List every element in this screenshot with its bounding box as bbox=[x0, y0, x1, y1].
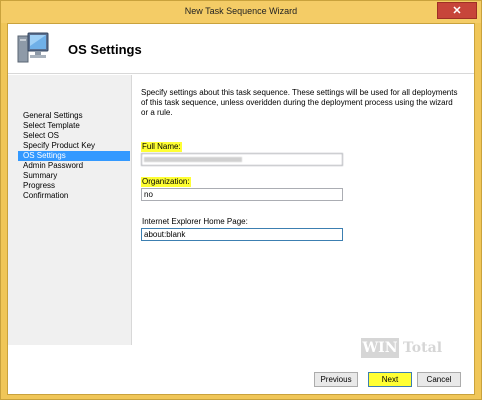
computer-monitor-icon bbox=[17, 32, 49, 63]
wizard-window: New Task Sequence Wizard ✕ OS Settings G… bbox=[0, 0, 482, 400]
nav-item-select-os[interactable]: Select OS bbox=[18, 131, 130, 141]
page-description: Specify settings about this task sequenc… bbox=[141, 88, 458, 117]
cancel-button[interactable]: Cancel bbox=[417, 372, 461, 387]
nav-item-os-settings[interactable]: OS Settings bbox=[18, 151, 130, 161]
window-title: New Task Sequence Wizard bbox=[184, 6, 298, 16]
organization-label: Organization: bbox=[141, 177, 191, 187]
wizard-steps-nav: General Settings Select Template Select … bbox=[8, 75, 132, 345]
nav-item-general-settings[interactable]: General Settings bbox=[18, 111, 130, 121]
ie-home-page-input[interactable]: about:blank bbox=[141, 228, 343, 241]
title-bar[interactable]: New Task Sequence Wizard ✕ bbox=[1, 1, 481, 23]
nav-item-product-key[interactable]: Specify Product Key bbox=[18, 141, 130, 151]
full-name-input[interactable] bbox=[141, 153, 343, 166]
ie-home-page-label: Internet Explorer Home Page: bbox=[142, 217, 248, 226]
wintotal-watermark: WIN Total bbox=[361, 338, 443, 358]
next-button[interactable]: Next bbox=[368, 372, 412, 387]
nav-item-select-template[interactable]: Select Template bbox=[18, 121, 130, 131]
organization-input[interactable]: no bbox=[141, 188, 343, 201]
full-name-label: Full Name: bbox=[141, 142, 182, 152]
nav-item-confirmation[interactable]: Confirmation bbox=[18, 191, 130, 201]
close-button[interactable]: ✕ bbox=[437, 2, 477, 19]
nav-item-summary[interactable]: Summary bbox=[18, 171, 130, 181]
previous-button[interactable]: Previous bbox=[314, 372, 358, 387]
watermark-box: WIN bbox=[361, 338, 399, 358]
page-title: OS Settings bbox=[68, 42, 142, 57]
nav-item-admin-password[interactable]: Admin Password bbox=[18, 161, 130, 171]
redacted-name bbox=[144, 157, 242, 163]
wizard-steps-list: General Settings Select Template Select … bbox=[18, 111, 130, 201]
nav-item-progress[interactable]: Progress bbox=[18, 181, 130, 191]
settings-panel: Specify settings about this task sequenc… bbox=[138, 84, 468, 344]
watermark-text: Total bbox=[403, 340, 443, 356]
wizard-header: OS Settings bbox=[8, 24, 474, 74]
